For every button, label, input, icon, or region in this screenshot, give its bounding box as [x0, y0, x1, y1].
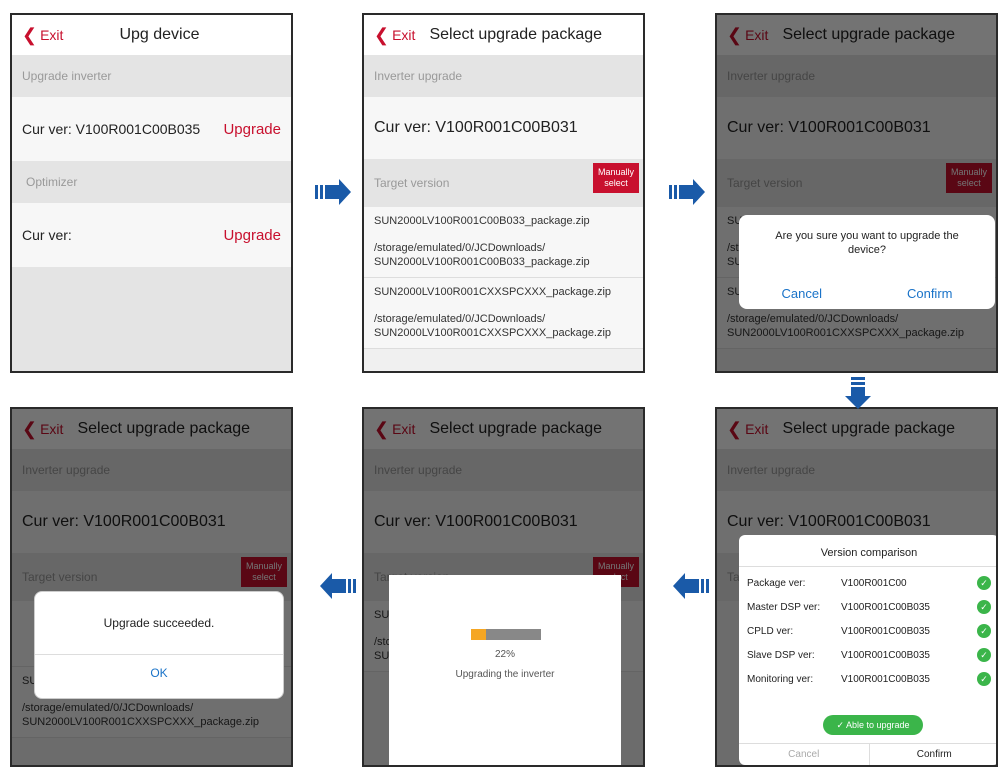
row-label: Slave DSP ver:: [747, 649, 815, 661]
dialog-title: Version comparison: [739, 535, 996, 567]
exit-button[interactable]: ❮Exit: [22, 26, 63, 44]
check-icon: ✓: [977, 624, 991, 638]
page-title: Select upgrade package: [429, 26, 603, 43]
optimizer-row: Cur ver: Upgrade: [12, 203, 291, 267]
page-title: Upg device: [119, 26, 200, 43]
check-icon: ✓: [977, 600, 991, 614]
divider: [35, 654, 283, 655]
row-label: Master DSP ver:: [747, 601, 821, 613]
header: ❮Exit Select upgrade package: [364, 15, 643, 55]
arrow-icon: [320, 573, 356, 599]
upgrade-optimizer-button[interactable]: Upgrade: [223, 227, 281, 244]
check-icon: ✓: [977, 576, 991, 590]
confirm-button[interactable]: Confirm: [907, 286, 953, 301]
empty-area: [12, 267, 291, 371]
arrow-icon: [673, 573, 709, 599]
progress-dialog: 22% Upgrading the inverter: [389, 575, 621, 765]
check-icon: ✓: [977, 648, 991, 662]
package-item[interactable]: SUN2000LV100R001CXXSPCXXX_package.zip /s…: [364, 278, 643, 349]
comparison-row: Slave DSP ver: V100R001C00B035 ✓: [739, 643, 996, 667]
progress-percent: 22%: [494, 649, 515, 660]
inverter-row: Cur ver: V100R001C00B035 Upgrade: [12, 97, 291, 161]
screen-select-package: ❮ Exit Select upgrade package Inverter up…: [362, 13, 645, 373]
row-value: V100R001C00B035: [841, 625, 930, 637]
comparison-row: CPLD ver: V100R001C00B035 ✓: [739, 619, 996, 643]
screen-upgrade-device: ❮ Exit Upg device Upgrade inverter Cur ve…: [10, 13, 293, 373]
row-label: Monitoring ver:: [747, 673, 814, 685]
row-value: V100R001C00: [841, 577, 907, 589]
success-message: Upgrade succeeded.: [103, 616, 215, 630]
progress-status: Upgrading the inverter: [455, 669, 555, 680]
able-to-upgrade-badge: ✓ Able to upgrade: [823, 715, 923, 735]
row-value: V100R001C00B035: [841, 601, 930, 613]
version-comparison-dialog: Version comparison Package ver: V100R001…: [739, 535, 997, 765]
package-item[interactable]: SUN2000LV100R001C00B033_package.zip /sto…: [364, 207, 643, 278]
modal-overlay: [12, 409, 291, 765]
chevron-left-icon: ❮: [374, 25, 390, 45]
target-version-label: Target version: [374, 176, 450, 190]
screen-confirm-upgrade: ❮Exit Select upgrade package Inverter up…: [715, 13, 998, 373]
success-dialog: Upgrade succeeded. OK: [34, 591, 284, 699]
inverter-current-version: Cur ver: V100R001C00B035: [22, 121, 201, 137]
screen-upgrade-succeeded: ❮Exit Select upgrade package Inverter up…: [10, 407, 293, 767]
arrow-icon: [315, 179, 351, 205]
header: ❮ Exit Upg device: [12, 15, 291, 55]
comparison-row: Monitoring ver: V100R001C00B035 ✓: [739, 667, 996, 691]
current-version: Cur ver: V100R001C00B031: [364, 97, 643, 159]
confirm-dialog: Are you sure you want to upgrade the dev…: [739, 215, 995, 309]
section-upgrade-inverter: Upgrade inverter: [12, 55, 291, 97]
row-value: V100R001C00B035: [841, 673, 930, 685]
manually-select-button[interactable]: Manually select: [593, 163, 639, 193]
section-optimizer: Optimizer: [12, 161, 291, 203]
package-name: SUN2000LV100R001CXXSPCXXX_package.zip: [374, 286, 612, 298]
chevron-left-icon: ❮: [22, 25, 38, 45]
screen-version-comparison: ❮Exit Select upgrade package Inverter up…: [715, 407, 998, 767]
ok-button[interactable]: OK: [35, 666, 283, 680]
package-path: /storage/emulated/0/JCDownloads/ SUN2000…: [374, 313, 612, 339]
confirm-message: Are you sure you want to upgrade the dev…: [775, 230, 959, 256]
screen-upgrading: ❮Exit Select upgrade package Inverter up…: [362, 407, 645, 767]
exit-button[interactable]: ❮Exit: [374, 26, 415, 44]
optimizer-current-version: Cur ver:: [22, 227, 72, 243]
cancel-button[interactable]: Cancel: [782, 286, 822, 301]
arrow-icon: [669, 179, 705, 205]
comparison-row: Package ver: V100R001C00 ✓: [739, 571, 996, 595]
row-label: CPLD ver:: [747, 625, 794, 637]
arrow-icon: [845, 377, 871, 409]
progress-fill: [471, 629, 487, 640]
comparison-row: Master DSP ver: V100R001C00B035 ✓: [739, 595, 996, 619]
confirm-button[interactable]: Confirm: [870, 744, 997, 765]
check-icon: ✓: [977, 672, 991, 686]
target-version-bar: Target version Manually select: [364, 159, 643, 207]
modal-overlay: [717, 15, 996, 371]
row-value: V100R001C00B035: [841, 649, 930, 661]
row-label: Package ver:: [747, 577, 806, 589]
package-name: SUN2000LV100R001C00B033_package.zip: [374, 215, 590, 227]
cancel-button[interactable]: Cancel: [739, 744, 870, 765]
progress-bar: [471, 629, 541, 640]
upgrade-inverter-button[interactable]: Upgrade: [223, 121, 281, 138]
section-inverter-upgrade: Inverter upgrade: [364, 55, 643, 97]
package-path: /storage/emulated/0/JCDownloads/ SUN2000…: [374, 242, 590, 268]
